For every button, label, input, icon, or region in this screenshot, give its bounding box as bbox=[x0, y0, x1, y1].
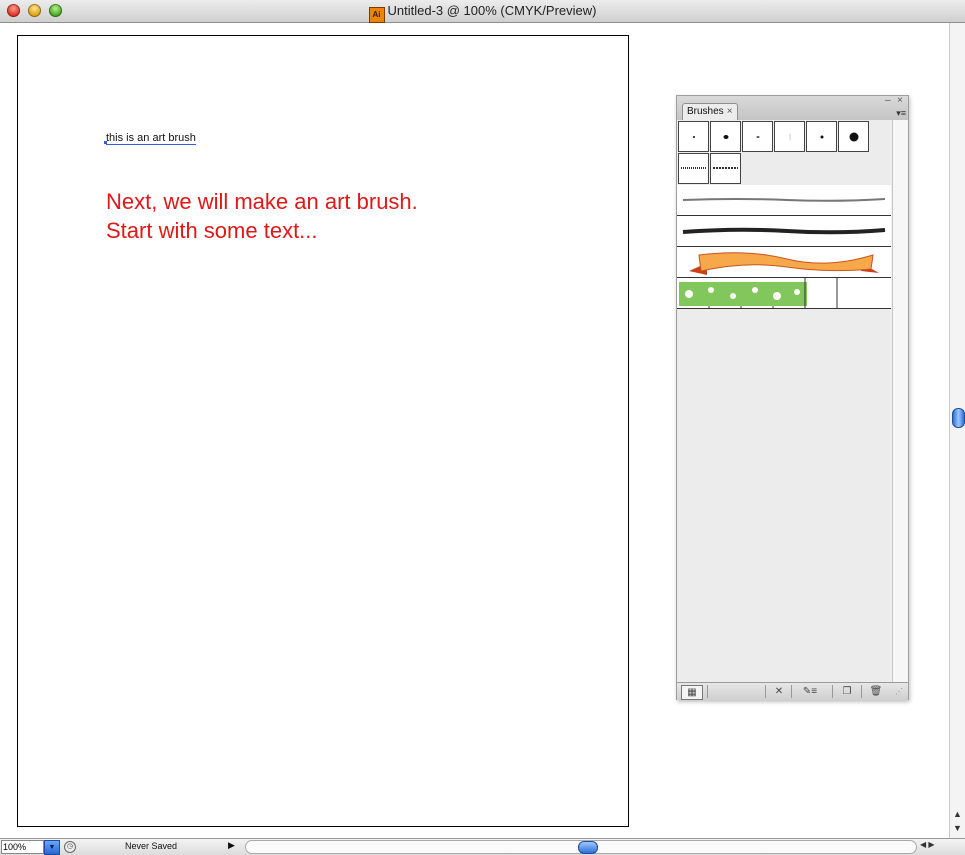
divider bbox=[832, 685, 833, 698]
brush-dot-icon bbox=[789, 133, 790, 140]
panel-menu-icon[interactable]: ▾≡ bbox=[896, 108, 906, 119]
window-title: Untitled-3 @ 100% (CMYK/Preview) bbox=[387, 3, 597, 18]
art-brush-row[interactable] bbox=[677, 278, 891, 309]
status-menu-arrow-icon[interactable]: ▶ bbox=[228, 840, 235, 851]
delete-brush-icon[interactable]: 🗑 bbox=[869, 685, 883, 698]
brush-list bbox=[677, 120, 892, 682]
divider bbox=[765, 685, 766, 698]
vertical-scroll-thumb[interactable] bbox=[952, 408, 965, 428]
floral-pattern-brush-icon bbox=[679, 278, 838, 309]
art-brush-text-object[interactable]: this is an art brush bbox=[104, 132, 196, 145]
zoom-level-field[interactable]: 100% bbox=[1, 840, 44, 854]
divider bbox=[861, 685, 862, 698]
horizontal-scrollbar[interactable] bbox=[245, 840, 917, 854]
artboard[interactable]: this is an art brush Next, we will make … bbox=[17, 35, 629, 827]
status-bar: 100% ▼ ◷ Never Saved ▶ ◀ ▶ bbox=[0, 838, 965, 855]
brush-swatch[interactable] bbox=[774, 121, 805, 152]
tab-brushes[interactable]: Brushes × bbox=[682, 103, 738, 120]
window-title-wrap: Ai Untitled-3 @ 100% (CMYK/Preview) bbox=[0, 3, 965, 23]
anchor-point[interactable] bbox=[104, 141, 107, 144]
vertical-scrollbar[interactable]: ▲ ▼ bbox=[949, 23, 965, 838]
brush-swatch[interactable] bbox=[678, 153, 709, 184]
brush-swatch[interactable] bbox=[742, 121, 773, 152]
divider bbox=[791, 685, 792, 698]
brush-dot-icon bbox=[849, 132, 858, 141]
horizontal-scroll-arrows-icon[interactable]: ◀ ▶ bbox=[920, 840, 935, 849]
scroll-down-arrow-icon[interactable]: ▼ bbox=[950, 821, 965, 835]
window-titlebar: Ai Untitled-3 @ 100% (CMYK/Preview) bbox=[0, 0, 965, 23]
status-clock-icon[interactable]: ◷ bbox=[64, 841, 76, 853]
instruction-line-2: Start with some text... bbox=[106, 218, 318, 243]
brush-swatch[interactable] bbox=[838, 121, 869, 152]
thin-stroke-brush-icon bbox=[682, 198, 886, 202]
resize-grip-icon[interactable]: ⋰ bbox=[894, 685, 904, 698]
brush-libraries-icon[interactable]: ▦ bbox=[681, 685, 703, 700]
panel-footer: ▦ ✕ ✎≡ ❐ 🗑 ⋰ bbox=[677, 682, 908, 700]
art-brush-text: this is an art brush bbox=[106, 132, 196, 144]
new-brush-icon[interactable]: ❐ bbox=[840, 685, 854, 698]
brush-dot-icon bbox=[756, 135, 759, 138]
horizontal-scroll-thumb[interactable] bbox=[578, 841, 598, 854]
instruction-text[interactable]: Next, we will make an art brush. Start w… bbox=[106, 187, 418, 245]
art-brush-row[interactable] bbox=[677, 185, 891, 216]
divider bbox=[707, 685, 708, 698]
tab-brushes-label: Brushes bbox=[687, 106, 724, 117]
art-brush-row[interactable] bbox=[677, 247, 891, 278]
panel-collapse-icon[interactable]: – bbox=[885, 96, 891, 106]
brush-swatch[interactable] bbox=[806, 121, 837, 152]
brush-swatch[interactable] bbox=[678, 121, 709, 152]
brush-swatch[interactable] bbox=[710, 121, 741, 152]
brush-swatch[interactable] bbox=[710, 153, 741, 184]
charcoal-brush-icon bbox=[682, 227, 886, 235]
instruction-line-1: Next, we will make an art brush. bbox=[106, 189, 418, 214]
brush-dot-icon bbox=[820, 135, 823, 138]
art-brush-row[interactable] bbox=[677, 216, 891, 247]
banner-brush-icon bbox=[689, 252, 879, 275]
zoom-dropdown-icon[interactable]: ▼ bbox=[44, 840, 60, 855]
remove-brush-stroke-icon[interactable]: ✕ bbox=[771, 685, 787, 698]
brush-dot-icon bbox=[723, 134, 728, 139]
panel-header[interactable]: – × Brushes × ▾≡ bbox=[677, 96, 908, 121]
brush-options-icon[interactable]: ✎≡ bbox=[795, 685, 825, 698]
scroll-up-arrow-icon[interactable]: ▲ bbox=[950, 807, 965, 821]
illustrator-document-icon: Ai bbox=[368, 7, 385, 23]
pattern-brush-icon bbox=[713, 167, 738, 169]
panel-close-icon[interactable]: × bbox=[897, 96, 903, 106]
brush-dot-icon bbox=[692, 135, 695, 138]
pattern-brush-icon bbox=[681, 167, 706, 169]
tab-close-icon[interactable]: × bbox=[727, 106, 733, 117]
panel-scrollbar[interactable] bbox=[892, 120, 908, 682]
brushes-panel: – × Brushes × ▾≡ ▦ ✕ ✎≡ ❐ 🗑 ⋰ bbox=[676, 95, 909, 700]
save-status: Never Saved bbox=[125, 841, 178, 851]
